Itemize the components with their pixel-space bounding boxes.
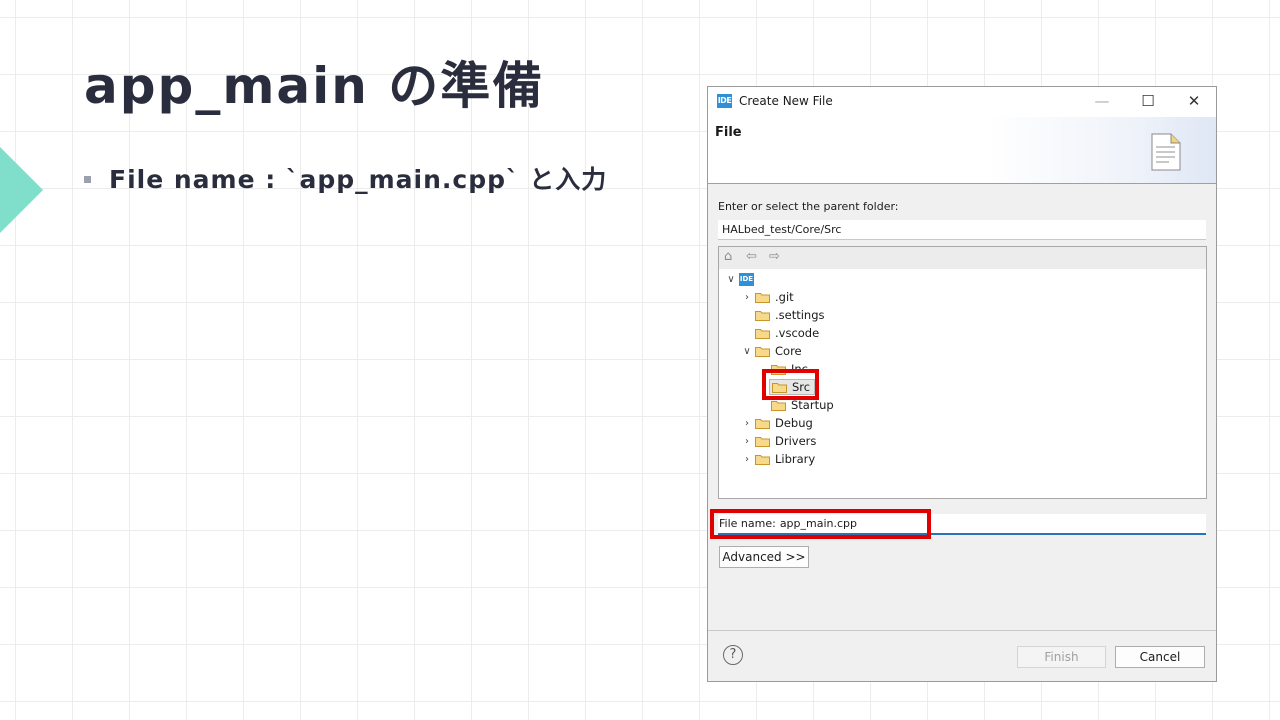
accent-arrow-shape [0,147,43,233]
folder-icon [755,310,770,321]
folder-icon [755,454,770,465]
bullet-square-icon [84,175,91,183]
slide-title: app_main の準備 [84,57,545,115]
tree-node-label: Library [775,452,816,466]
tree-node-label: .vscode [775,326,820,340]
finish-button[interactable]: Finish [1017,646,1106,668]
forward-arrow-icon[interactable]: ⇨ [769,249,780,264]
highlight-box-filename [710,509,931,539]
tree-node-label: .git [775,290,794,304]
folder-icon [755,436,770,447]
window-title: Create New File [739,94,833,108]
folder-icon [771,400,786,411]
new-file-icon [1151,133,1181,171]
folder-open-icon [755,346,770,357]
chevron-down-icon[interactable]: ∨ [725,274,737,285]
tree-node-core[interactable]: ∨ Core [741,342,802,360]
chevron-right-icon[interactable]: › [741,454,753,465]
home-icon[interactable]: ⌂ [724,249,732,264]
ide-app-icon: IDE [717,94,732,108]
tree-root-node[interactable]: ∨ IDE [725,270,754,288]
bullet-text: File name : `app_main.cpp` と入力 [109,165,608,194]
cancel-button[interactable]: Cancel [1115,646,1205,668]
maximize-button[interactable]: ☐ [1128,90,1168,112]
window-titlebar[interactable]: IDE Create New File — ☐ ✕ [708,87,1216,117]
tree-node-settings[interactable]: .settings [741,306,825,324]
chevron-right-icon[interactable]: › [741,436,753,447]
tree-node-debug[interactable]: › Debug [741,414,813,432]
tree-node-drivers[interactable]: › Drivers [741,432,816,450]
tree-node-label: Debug [775,416,813,430]
parent-folder-label: Enter or select the parent folder: [718,200,899,213]
tree-node-label: Startup [791,398,834,412]
bullet-item: File name : `app_main.cpp` と入力 [84,160,607,196]
project-icon: IDE [739,272,754,286]
tree-node-label: Core [775,344,802,358]
tree-node-git[interactable]: › .git [741,288,794,306]
footer-divider [708,630,1216,631]
folder-icon [755,328,770,339]
highlight-box-src [762,369,819,400]
tree-node-label: .settings [775,308,825,322]
parent-folder-input[interactable]: HALbed_test/Core/Src [718,220,1206,240]
advanced-button[interactable]: Advanced >> [719,546,809,568]
tree-node-vscode[interactable]: .vscode [741,324,819,342]
folder-icon [755,418,770,429]
wizard-banner: File [708,117,1216,184]
tree-toolbar: ⌂ ⇦ ⇨ [719,247,1206,269]
tree-node-label: Drivers [775,434,817,448]
back-arrow-icon[interactable]: ⇦ [746,249,757,264]
tree-node-library[interactable]: › Library [741,450,815,468]
chevron-right-icon[interactable]: › [741,418,753,429]
chevron-right-icon[interactable]: › [741,292,753,303]
folder-icon [755,292,770,303]
banner-title: File [715,125,742,140]
chevron-down-icon[interactable]: ∨ [741,346,753,357]
help-icon[interactable]: ? [723,645,743,665]
close-button[interactable]: ✕ [1174,90,1214,112]
minimize-button[interactable]: — [1082,90,1122,112]
